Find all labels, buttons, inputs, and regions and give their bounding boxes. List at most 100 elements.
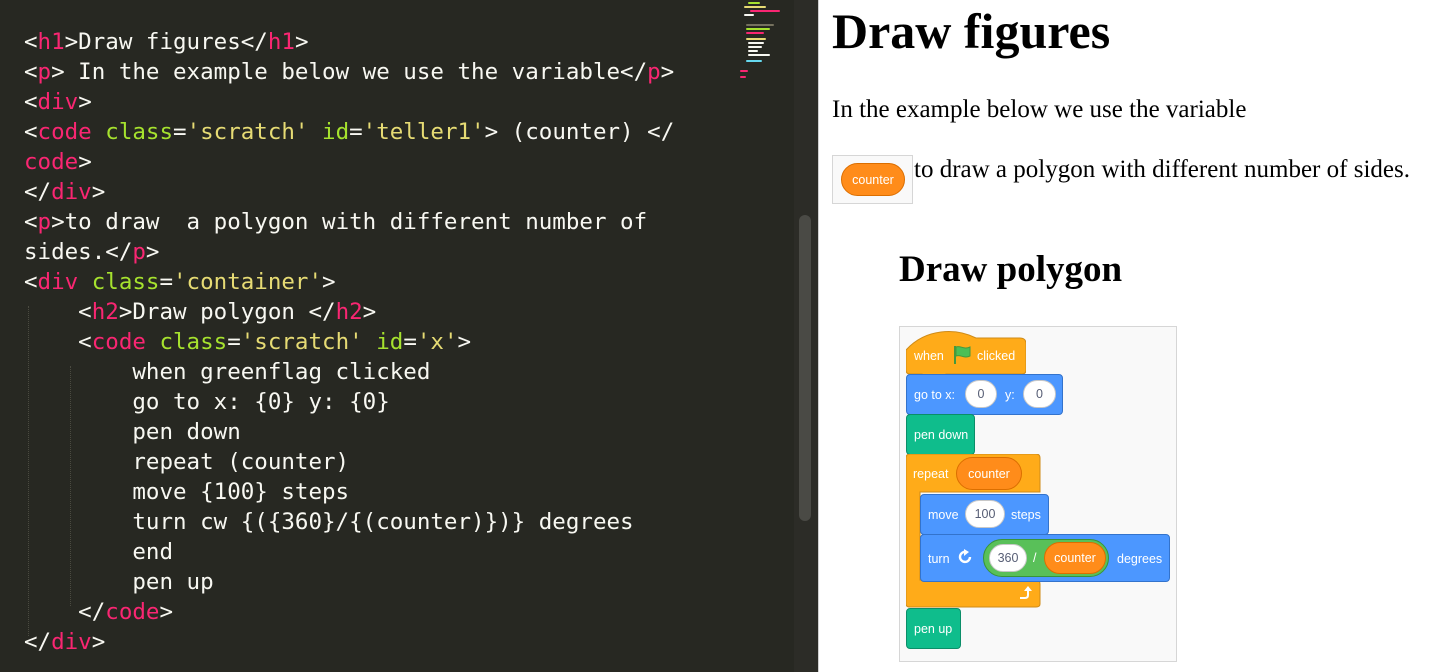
code-token: > (91, 629, 106, 655)
code-line[interactable]: when greenflag clicked (24, 357, 744, 387)
code-token: pen down (24, 419, 241, 445)
code-token: 'x' (416, 329, 458, 355)
code-line[interactable]: <code class='scratch' id='x'> (24, 327, 744, 357)
code-line[interactable]: <p>to draw a polygon with different numb… (24, 207, 744, 237)
goto-y-input: 0 (1023, 380, 1056, 408)
section-heading: Draw polygon (899, 249, 1123, 290)
code-token: = (173, 119, 187, 145)
code-token: pen up (24, 569, 214, 595)
code-token: turn cw {({360}/{(counter)})} degrees (24, 509, 634, 535)
code-line[interactable]: <div> (24, 87, 744, 117)
code-token: > (78, 149, 92, 175)
code-text[interactable]: <h1>Draw figures</h1> <p> In the example … (24, 27, 744, 657)
code-token: code (91, 329, 146, 355)
code-line[interactable]: <p> In the example below we use the vari… (24, 57, 744, 87)
move-block: move 100 steps (920, 494, 1049, 535)
code-token: div (37, 269, 79, 295)
move-steps-input: 100 (965, 500, 1005, 528)
code-token: code (37, 119, 92, 145)
code-token: class (91, 269, 160, 295)
code-line[interactable]: <code class='scratch' id='teller1'> (cou… (24, 117, 744, 147)
code-token: < (24, 29, 38, 55)
repeat-counter-reporter: counter (956, 457, 1022, 490)
code-line[interactable]: <div class='container'> (24, 267, 744, 297)
scratch-script: when clicked go to x: 0 y: 0 pen down re… (899, 326, 1177, 662)
turn-counter-reporter: counter (1044, 542, 1106, 574)
pen-up-block: pen up (906, 608, 961, 649)
code-token: code (105, 599, 160, 625)
code-token: move {100} steps (24, 479, 350, 505)
repeat-label: repeat (913, 467, 949, 481)
code-token: > (counter) </ (484, 119, 675, 145)
code-token: code (24, 149, 79, 175)
code-line[interactable]: repeat (counter) (24, 447, 744, 477)
code-token: p (37, 59, 52, 85)
code-token: < (24, 329, 92, 355)
goto-y-label: y: (1005, 388, 1015, 402)
code-line[interactable]: <h2>Draw polygon </h2> (24, 297, 744, 327)
code-editor[interactable]: <h1>Draw figures</h1> <p> In the example … (0, 0, 818, 672)
pen-down-label: pen down (914, 428, 969, 442)
code-token: > (660, 59, 675, 85)
code-token: = (403, 329, 417, 355)
move-label: move (928, 508, 959, 522)
code-line[interactable]: </div> (24, 177, 744, 207)
code-token: div (51, 179, 92, 205)
code-line[interactable]: <h1>Draw figures</h1> (24, 27, 744, 57)
code-token: sides.</ (24, 239, 133, 265)
description-paragraph: to draw a polygon with different number … (914, 156, 1410, 183)
code-line[interactable]: turn cw {({360}/{(counter)})} degrees (24, 507, 744, 537)
code-token: < (24, 89, 38, 115)
code-token: p (37, 209, 52, 235)
code-line[interactable]: </code> (24, 597, 744, 627)
code-line[interactable]: code> (24, 147, 744, 177)
code-token: < (24, 59, 38, 85)
green-flag-icon (952, 344, 972, 371)
hat-clicked-label: clicked (977, 349, 1016, 363)
code-token: > (362, 299, 377, 325)
code-token: end (24, 539, 174, 565)
code-token: < (24, 299, 92, 325)
code-token: 'scratch' (240, 329, 363, 355)
code-token: go to x: {0} y: {0} (24, 389, 390, 415)
minimap[interactable] (736, 0, 792, 90)
code-token: class (105, 119, 174, 145)
code-token: > (457, 329, 472, 355)
code-token: h2 (91, 299, 119, 325)
code-token: div (37, 89, 79, 115)
code-line[interactable]: move {100} steps (24, 477, 744, 507)
code-token: when greenflag clicked (24, 359, 431, 385)
code-token: >to draw a polygon with different number… (51, 209, 648, 235)
turn-degrees-label: degrees (1117, 552, 1163, 566)
hat-block: when clicked (905, 328, 1027, 379)
code-token: > (294, 29, 309, 55)
code-token: id (376, 329, 404, 355)
page-heading: Draw figures (832, 3, 1111, 59)
goto-block: go to x: 0 y: 0 (906, 374, 1063, 415)
code-line[interactable]: pen up (24, 567, 744, 597)
code-line[interactable]: end (24, 537, 744, 567)
code-token: < (24, 209, 38, 235)
code-token: </ (24, 179, 52, 205)
code-token: < (24, 269, 38, 295)
code-token: p (132, 239, 146, 265)
turn-block: turn 360 / counter degrees (920, 534, 1170, 582)
scrollbar-thumb[interactable] (799, 215, 811, 521)
code-line[interactable]: go to x: {0} y: {0} (24, 387, 744, 417)
code-line[interactable]: sides.</p> (24, 237, 744, 267)
code-token: = (349, 119, 363, 145)
code-line[interactable]: </div> (24, 627, 744, 657)
divide-operator: 360 / counter (983, 539, 1109, 577)
hat-when-label: when (914, 349, 944, 363)
goto-x-input: 0 (965, 380, 997, 408)
code-token: > (91, 179, 106, 205)
code-token: </ (24, 629, 52, 655)
divide-left-input: 360 (989, 544, 1027, 572)
code-line[interactable]: pen down (24, 417, 744, 447)
code-token: h2 (335, 299, 363, 325)
code-token: 'scratch' (186, 119, 309, 145)
